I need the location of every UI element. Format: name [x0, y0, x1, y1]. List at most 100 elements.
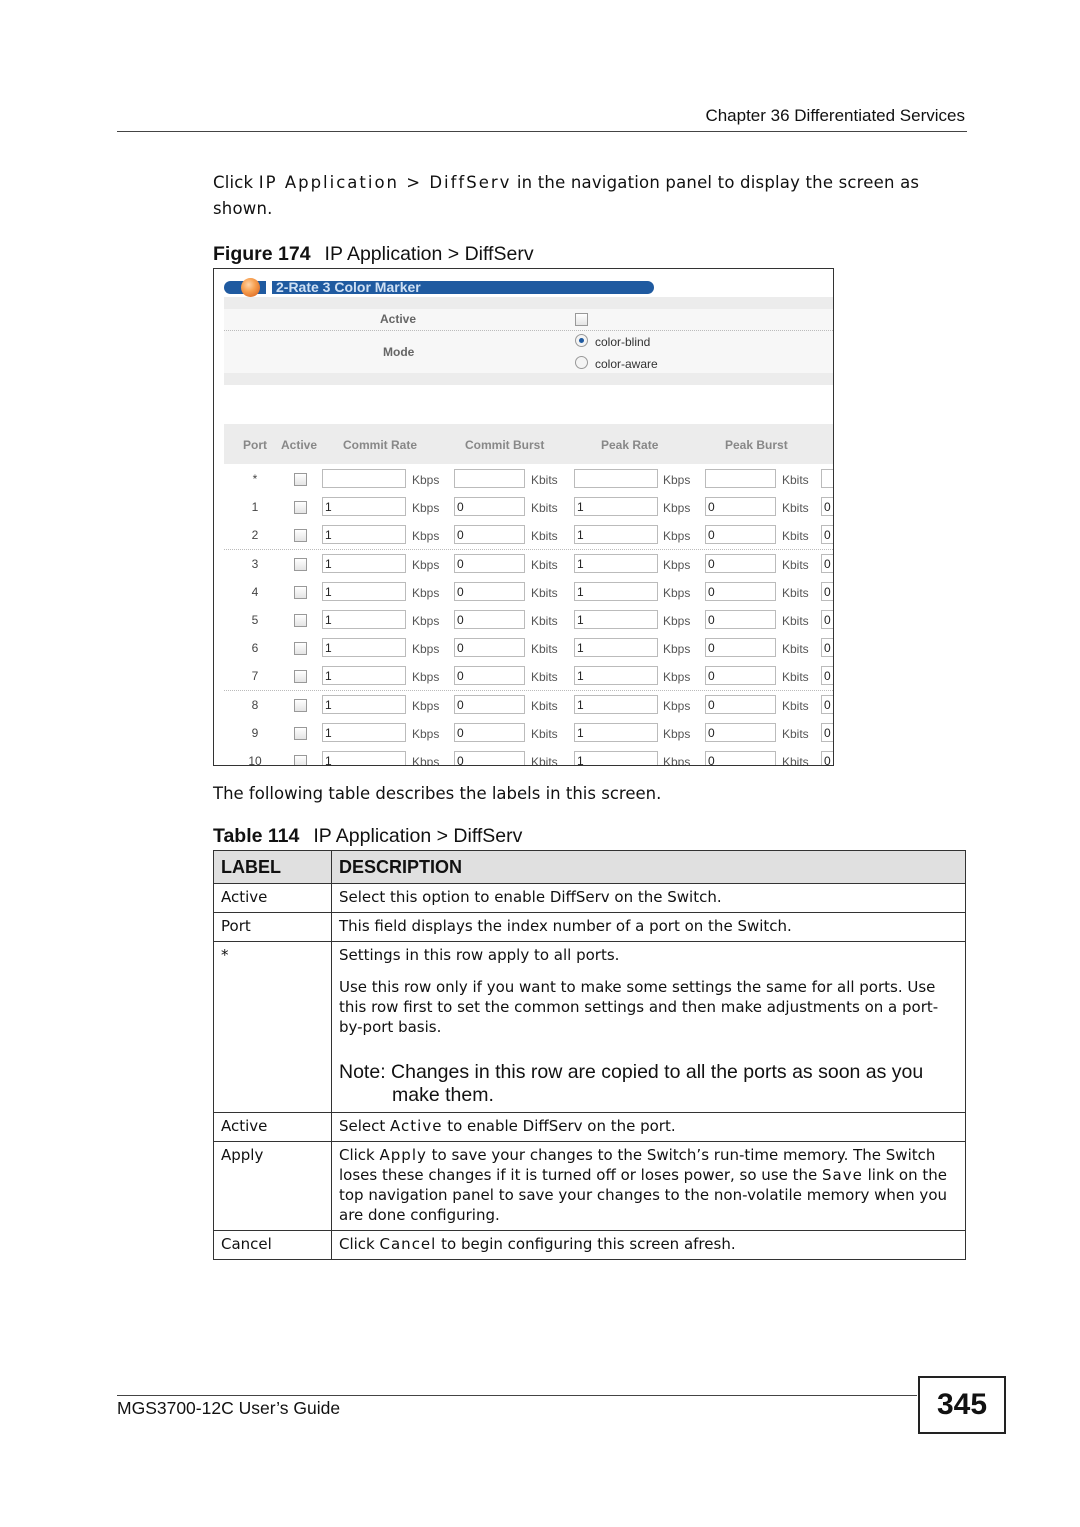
commit-rate-input[interactable]: 1	[322, 666, 406, 686]
commit-rate-input[interactable]: 1	[322, 525, 406, 545]
commit-rate-input[interactable]: 1	[322, 694, 406, 714]
commit-rate-input[interactable]: 1	[322, 497, 406, 517]
commit-burst-unit: Kbits	[531, 670, 558, 685]
port-active-checkbox[interactable]	[294, 726, 307, 740]
next-column-input[interactable]: 0	[821, 581, 833, 601]
commit-rate-input[interactable]: 1	[322, 751, 406, 765]
port-active-checkbox[interactable]	[294, 557, 307, 571]
port-active-checkbox[interactable]	[294, 585, 307, 599]
next-column-input[interactable]: 0	[821, 553, 833, 573]
intro-paragraph: Click IP Application > DiffServ in the n…	[213, 170, 963, 222]
peak-burst-input[interactable]: 0	[705, 525, 776, 545]
col-commit-rate: Commit Rate	[343, 438, 418, 452]
commit-burst-input[interactable]: 0	[454, 581, 525, 601]
row-description: Settings in this row apply to all ports.…	[331, 941, 966, 1113]
intro-pre: Click	[213, 173, 259, 192]
peak-burst-input[interactable]: 0	[705, 553, 776, 573]
peak-burst-unit: Kbits	[782, 557, 809, 572]
peak-burst-input[interactable]: 0	[705, 610, 776, 629]
commit-rate-input[interactable]	[322, 469, 406, 488]
next-column-input[interactable]: 0	[821, 666, 833, 686]
port-active-checkbox[interactable]	[294, 670, 307, 684]
commit-rate-unit: Kbps	[412, 642, 440, 657]
next-column-input[interactable]: 0	[821, 751, 833, 765]
commit-burst-input[interactable]: 0	[454, 751, 525, 765]
global-active-checkbox[interactable]	[575, 313, 588, 326]
peak-rate-input[interactable]: 1	[574, 553, 658, 573]
commit-burst-input[interactable]: 0	[454, 666, 525, 686]
port-active-checkbox[interactable]	[294, 755, 307, 765]
color-aware-label: color-aware	[595, 357, 658, 371]
commit-burst-input[interactable]: 0	[454, 525, 525, 545]
commit-burst-input[interactable]: 0	[454, 553, 525, 573]
port-active-checkbox[interactable]	[294, 501, 307, 515]
peak-rate-input[interactable]: 1	[574, 525, 658, 545]
port-row: 6 1 Kbps 0 Kbits 1 Kbps 0 Kbits 0	[224, 634, 833, 664]
next-column-input[interactable]: 0	[821, 638, 833, 658]
commit-rate-input[interactable]: 1	[322, 610, 406, 629]
row-description: Select Active to enable DiffServ on the …	[331, 1112, 966, 1142]
peak-burst-input[interactable]: 0	[705, 581, 776, 601]
commit-burst-input[interactable]: 0	[454, 694, 525, 714]
port-active-checkbox[interactable]	[294, 642, 307, 656]
next-column-input[interactable]: 0	[821, 610, 833, 629]
peak-burst-unit: Kbits	[782, 755, 809, 766]
peak-rate-unit: Kbps	[663, 501, 691, 516]
port-row: 7 1 Kbps 0 Kbits 1 Kbps 0 Kbits 0	[224, 662, 833, 692]
col-active: Active	[281, 438, 318, 452]
next-column-input[interactable]	[821, 469, 833, 488]
figure-number: Figure 174	[213, 243, 311, 265]
peak-rate-input[interactable]: 1	[574, 751, 658, 765]
peak-rate-input[interactable]: 1	[574, 581, 658, 601]
peak-burst-input[interactable]: 0	[705, 666, 776, 686]
peak-burst-input[interactable]: 0	[705, 722, 776, 742]
peak-rate-input[interactable]: 1	[574, 610, 658, 629]
description-paragraph: Select this option to enable DiffServ on…	[339, 888, 722, 906]
row-description: Click Cancel to begin configuring this s…	[331, 1230, 966, 1260]
peak-rate-input[interactable]	[574, 469, 658, 488]
next-column-input[interactable]: 0	[821, 694, 833, 714]
peak-burst-input[interactable]: 0	[705, 497, 776, 517]
next-column-input[interactable]: 0	[821, 497, 833, 517]
peak-burst-input[interactable]: 0	[705, 638, 776, 658]
port-active-checkbox[interactable]	[294, 614, 307, 627]
commit-burst-input[interactable]: 0	[454, 722, 525, 742]
port-active-checkbox[interactable]	[294, 698, 307, 712]
commit-rate-unit: Kbps	[412, 557, 440, 572]
color-aware-radio[interactable]	[575, 356, 588, 369]
col-commit-burst: Commit Burst	[465, 438, 545, 452]
peak-burst-input[interactable]: 0	[705, 751, 776, 765]
table-row: * Settings in this row apply to all ports…	[213, 941, 966, 1113]
commit-burst-input[interactable]	[454, 469, 525, 488]
commit-burst-unit: Kbits	[531, 501, 558, 516]
next-column-input[interactable]: 0	[821, 722, 833, 742]
header-description: DESCRIPTION	[331, 850, 966, 884]
peak-rate-input[interactable]: 1	[574, 722, 658, 742]
description-paragraph: This field displays the index number of …	[339, 917, 792, 935]
row-description: Click Apply to save your changes to the …	[331, 1141, 966, 1231]
port-active-checkbox[interactable]	[294, 473, 307, 486]
peak-burst-input[interactable]: 0	[705, 694, 776, 714]
peak-burst-unit: Kbits	[782, 501, 809, 516]
commit-burst-input[interactable]: 0	[454, 497, 525, 517]
commit-rate-input[interactable]: 1	[322, 638, 406, 658]
peak-rate-input[interactable]: 1	[574, 638, 658, 658]
commit-burst-input[interactable]: 0	[454, 638, 525, 658]
peak-burst-input[interactable]	[705, 469, 776, 488]
color-blind-radio[interactable]	[575, 334, 588, 347]
peak-burst-unit: Kbits	[782, 726, 809, 741]
next-column-input[interactable]: 0	[821, 525, 833, 545]
port-number: 10	[248, 754, 262, 766]
row-label: *	[213, 941, 332, 1113]
peak-rate-input[interactable]: 1	[574, 497, 658, 517]
commit-rate-input[interactable]: 1	[322, 553, 406, 573]
peak-rate-input[interactable]: 1	[574, 666, 658, 686]
commit-rate-input[interactable]: 1	[322, 581, 406, 601]
header-label: LABEL	[213, 850, 332, 884]
peak-rate-input[interactable]: 1	[574, 694, 658, 714]
commit-rate-input[interactable]: 1	[322, 722, 406, 742]
port-active-checkbox[interactable]	[294, 529, 307, 543]
color-blind-label: color-blind	[595, 335, 651, 349]
commit-burst-input[interactable]: 0	[454, 610, 525, 629]
port-number: 2	[251, 528, 259, 543]
